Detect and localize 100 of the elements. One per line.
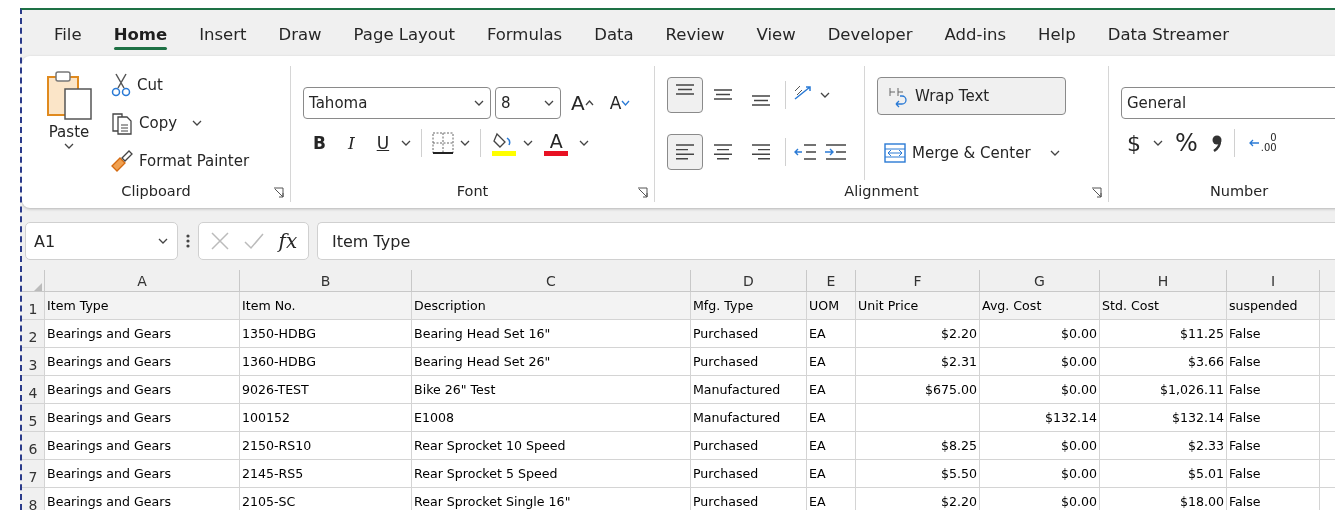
grow-font-button[interactable]: A xyxy=(565,87,600,119)
caret-icon xyxy=(523,140,534,146)
number-format-field[interactable]: General xyxy=(1121,87,1335,119)
cancel-icon xyxy=(209,231,230,251)
wrap-text-button[interactable]: Wrap Text xyxy=(877,77,1066,115)
row-header[interactable]: 4 xyxy=(22,376,45,404)
row-header[interactable]: 5 xyxy=(22,404,45,432)
align-bottom-icon xyxy=(751,94,771,106)
table-cell: $3.66 xyxy=(1100,348,1227,376)
clipboard-command[interactable]: Format Painter xyxy=(104,145,256,177)
formula-field[interactable]: Item Type xyxy=(317,222,1335,260)
header-cell: UOM xyxy=(807,292,856,320)
table-cell: Purchased xyxy=(691,488,807,510)
ribbon-tab[interactable]: Formulas xyxy=(470,16,579,50)
increase-decimal-button[interactable]: 0 .00 xyxy=(1244,132,1280,154)
font-color-button[interactable]: A xyxy=(539,129,574,157)
header-cell: Std. Cost xyxy=(1100,292,1227,320)
ribbon-tab[interactable]: Review xyxy=(649,16,741,50)
group-label: Font xyxy=(456,183,489,199)
borders-icon xyxy=(432,132,455,154)
merge-center-button[interactable]: Merge & Center xyxy=(877,137,1066,169)
table-cell: E1008 xyxy=(412,404,691,432)
table-cell: 1360-HDBG xyxy=(240,348,412,376)
merge-cells-icon xyxy=(883,141,907,165)
paste-button[interactable]: Paste xyxy=(40,66,98,180)
table-cell: Purchased xyxy=(691,432,807,460)
column-header[interactable]: D xyxy=(691,270,807,292)
ribbon-tab[interactable]: Help xyxy=(1022,16,1092,50)
table-cell: EA xyxy=(807,376,856,404)
group-label: Clipboard xyxy=(121,183,191,199)
table-cell: 2150-RS10 xyxy=(240,432,412,460)
font-size-field[interactable]: 8 xyxy=(495,87,561,119)
table-cell: EA xyxy=(807,488,856,510)
table-cell: $0.00 xyxy=(980,376,1100,404)
header-cell: suspended xyxy=(1227,292,1320,320)
shrink-font-button[interactable]: A xyxy=(603,89,637,117)
table-cell: Purchased xyxy=(691,320,807,348)
ribbon-tab[interactable]: Insert xyxy=(183,16,263,50)
column-header[interactable]: E xyxy=(807,270,856,292)
table-cell: $0.00 xyxy=(980,320,1100,348)
column-header[interactable]: I xyxy=(1227,270,1320,292)
table-cell: $132.14 xyxy=(1100,404,1227,432)
font-name-field[interactable]: Tahoma xyxy=(303,87,491,119)
align-middle-icon xyxy=(713,89,733,100)
ribbon-tab[interactable]: Draw xyxy=(262,16,338,50)
caret-icon xyxy=(192,120,203,126)
ribbon-tab[interactable]: Add-ins xyxy=(928,16,1023,50)
table-cell: EA xyxy=(807,404,856,432)
table-cell: EA xyxy=(807,320,856,348)
percent-button[interactable]: % xyxy=(1169,125,1204,161)
header-cell: Description xyxy=(412,292,691,320)
ribbon-tab[interactable]: Page Layout xyxy=(337,16,471,50)
currency-button[interactable]: $ xyxy=(1121,126,1147,160)
table-cell: EA xyxy=(807,348,856,376)
caret-icon xyxy=(579,140,590,146)
header-cell: Unit Price xyxy=(856,292,980,320)
italic-button[interactable]: I xyxy=(337,129,365,157)
column-header[interactable]: B xyxy=(240,270,412,292)
align-button[interactable] xyxy=(667,133,703,170)
ribbon-tab[interactable]: Data Streamer xyxy=(1091,16,1245,50)
table-cell: $0.00 xyxy=(980,488,1100,510)
scissors-icon xyxy=(110,73,132,97)
ribbon-tab[interactable]: View xyxy=(740,16,812,50)
ribbon-tab[interactable]: File xyxy=(38,16,98,50)
underline-button[interactable]: U xyxy=(370,129,396,157)
table-cell: Rear Sprocket 5 Speed xyxy=(412,460,691,488)
row-header[interactable]: 3 xyxy=(22,348,45,376)
table-cell: 9026-TEST xyxy=(240,376,412,404)
table-cell: $675.00 xyxy=(856,376,980,404)
column-header[interactable]: H xyxy=(1100,270,1227,292)
ribbon-tab[interactable]: Home xyxy=(97,16,184,50)
align-button[interactable] xyxy=(667,76,703,113)
arrow-left-icon xyxy=(1247,138,1260,148)
header-cell: Item Type xyxy=(45,292,240,320)
table-cell: False xyxy=(1227,348,1320,376)
ribbon-tab[interactable]: Data xyxy=(578,16,650,50)
caret-icon xyxy=(1153,140,1163,146)
bold-button[interactable]: B xyxy=(307,129,332,157)
table-cell: Rear Sprocket Single 16" xyxy=(412,488,691,510)
insert-function-button[interactable]: fx xyxy=(278,229,298,253)
table-cell: $2.31 xyxy=(856,348,980,376)
row-header[interactable]: 1 xyxy=(22,292,45,320)
row-header[interactable]: 7 xyxy=(22,460,45,488)
enter-icon xyxy=(243,231,266,251)
clipboard-command[interactable]: Cut xyxy=(104,69,256,101)
table-cell: False xyxy=(1227,432,1320,460)
ribbon-tab[interactable]: Developer xyxy=(811,16,929,50)
row-header[interactable]: 8 xyxy=(22,488,45,510)
column-header[interactable]: F xyxy=(856,270,980,292)
table-cell: 2105-SC xyxy=(240,488,412,510)
row-header[interactable]: 6 xyxy=(22,432,45,460)
name-box[interactable]: A1 xyxy=(25,222,178,260)
table-cell: Bearings and Gears xyxy=(45,432,240,460)
column-header[interactable]: A xyxy=(45,270,240,292)
table-cell: Purchased xyxy=(691,348,807,376)
clipboard-command[interactable]: Copy xyxy=(104,107,256,139)
table-cell: EA xyxy=(807,460,856,488)
column-header[interactable]: C xyxy=(412,270,691,292)
column-header[interactable]: G xyxy=(980,270,1100,292)
row-header[interactable]: 2 xyxy=(22,320,45,348)
